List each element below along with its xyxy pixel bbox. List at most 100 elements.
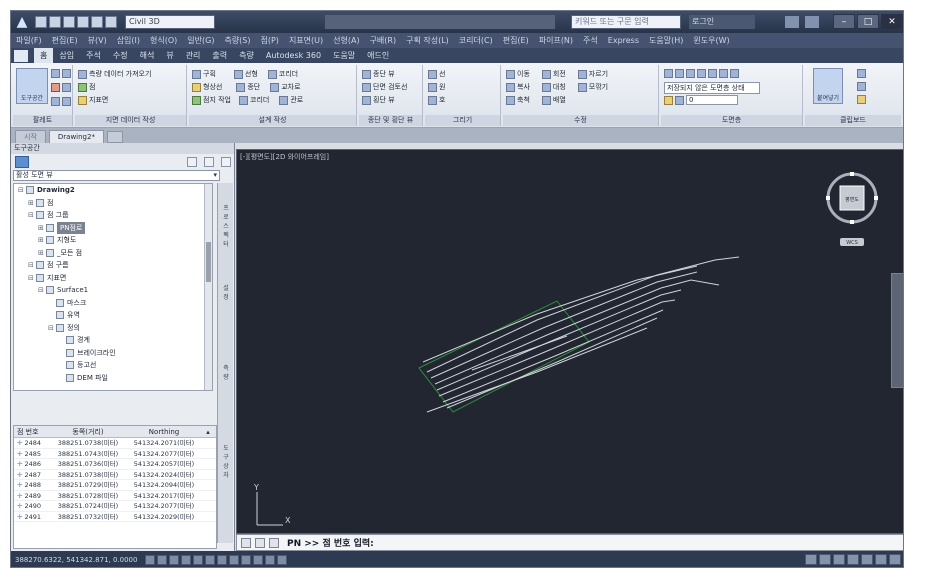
- menu-item[interactable]: 도움말(H): [644, 35, 688, 46]
- transparency-icon[interactable]: [253, 555, 263, 565]
- ducs-icon[interactable]: [217, 555, 227, 565]
- prospector-icon[interactable]: [15, 156, 29, 168]
- layer-icon[interactable]: [719, 69, 728, 78]
- fullscreen-icon[interactable]: [889, 554, 901, 565]
- feature-line-button[interactable]: 형상선: [203, 82, 222, 92]
- toolspace-button[interactable]: 도구공간: [16, 68, 48, 104]
- surface-boundary[interactable]: [418, 300, 590, 413]
- tree-toggle-icon[interactable]: ⊟: [28, 259, 36, 272]
- tree-toggle-icon[interactable]: ⊞: [38, 247, 46, 260]
- doc-tab-drawing2[interactable]: Drawing2*: [48, 130, 104, 143]
- osnap-icon[interactable]: [193, 555, 203, 565]
- survey-line[interactable]: [430, 271, 698, 379]
- sun-icon[interactable]: [675, 95, 684, 105]
- drawing-viewport[interactable]: [-][평면도][2D 와이어프레임] 평면도 WCS Y X: [236, 149, 903, 534]
- column-header-point-number[interactable]: 점 번호: [14, 426, 52, 437]
- tab-analyze[interactable]: 해석: [134, 50, 161, 61]
- panel-title[interactable]: 그리기: [425, 115, 500, 126]
- palette-icon[interactable]: [62, 97, 71, 106]
- tree-node[interactable]: ⊞ 점: [14, 197, 212, 210]
- table-row[interactable]: ✛ 2488 388251.0729(미터) 541324.2094(미터): [14, 480, 216, 491]
- tab-view[interactable]: 뷰: [160, 50, 179, 61]
- tab-modify[interactable]: 수정: [107, 50, 134, 61]
- close-command-icon[interactable]: [241, 537, 251, 548]
- arc-button[interactable]: 호: [428, 95, 445, 105]
- palette-option-icon[interactable]: [187, 157, 197, 167]
- otrack-icon[interactable]: [205, 555, 215, 565]
- menu-item[interactable]: 일반(G): [182, 35, 219, 46]
- menu-item[interactable]: 주석: [578, 35, 603, 46]
- exchange-icon[interactable]: [785, 16, 799, 28]
- tree-toggle-icon[interactable]: ⊟: [28, 272, 36, 285]
- alignment-button[interactable]: 선형: [245, 69, 258, 79]
- copy-button[interactable]: 복사: [517, 82, 530, 92]
- menu-item[interactable]: 파일(F): [11, 35, 47, 46]
- tree-node[interactable]: DEM 파일: [14, 372, 212, 385]
- palette-icon[interactable]: [51, 83, 60, 92]
- menu-item[interactable]: 파이프(N): [534, 35, 578, 46]
- rotate-button[interactable]: 회전: [553, 69, 566, 79]
- coordinate-readout[interactable]: 388270.6322, 541342.871, 0.0000: [15, 556, 145, 564]
- table-row[interactable]: ✛ 2491 388251.0732(미터) 541324.2029(미터): [14, 512, 216, 522]
- panel-title[interactable]: 종단 및 횡단 뷰: [359, 115, 422, 126]
- table-row[interactable]: ✛ 2484 388251.0738(미터) 541324.2071(미터): [14, 438, 216, 449]
- tree-node[interactable]: ⊞ 지형도: [14, 234, 212, 247]
- side-tab[interactable]: 도구상자: [221, 443, 231, 479]
- model-space-icon[interactable]: [805, 554, 817, 565]
- current-layer-select[interactable]: 0: [686, 95, 739, 105]
- survey-line[interactable]: [436, 289, 682, 391]
- layer-state-select[interactable]: 저장되지 않은 도면층 상태: [664, 82, 760, 94]
- sc-icon[interactable]: [277, 555, 287, 565]
- panel-title[interactable]: 설계 작성: [189, 115, 356, 126]
- tab-help[interactable]: 도움말: [327, 50, 361, 61]
- cut-icon[interactable]: [857, 69, 866, 78]
- table-row[interactable]: ✛ 2486 388251.0736(미터) 541324.2057(미터): [14, 459, 216, 470]
- palette-icon[interactable]: [51, 97, 60, 106]
- tree-toggle-icon[interactable]: ⊞: [38, 234, 46, 247]
- menu-item[interactable]: 뷰(V): [83, 35, 112, 46]
- side-tab[interactable]: 프로스펙터: [221, 203, 231, 248]
- lock-icon[interactable]: [861, 554, 873, 565]
- scale-button[interactable]: 축척: [517, 95, 530, 105]
- panel-title[interactable]: 클립보드: [805, 115, 901, 126]
- section-view-button[interactable]: 횡단 뷰: [362, 95, 395, 105]
- tree-node[interactable]: 마스크: [14, 297, 212, 310]
- tab-survey[interactable]: 측량: [233, 50, 260, 61]
- palette-icon[interactable]: [51, 69, 60, 78]
- tab-annotate[interactable]: 주석: [80, 50, 107, 61]
- grid-icon[interactable]: [157, 555, 167, 565]
- tab-addins[interactable]: 애드인: [361, 50, 395, 61]
- table-row[interactable]: ✛ 2487 388251.0738(미터) 541324.2024(미터): [14, 470, 216, 480]
- menu-item[interactable]: 코리더(C): [454, 35, 498, 46]
- undo-icon[interactable]: [91, 16, 103, 28]
- surfaces-button[interactable]: 지표면: [78, 95, 108, 105]
- column-header-easting[interactable]: 동쪽(거리): [52, 426, 124, 437]
- tree-toggle-icon[interactable]: ⊟: [38, 284, 46, 297]
- assembly-button[interactable]: 코리더: [250, 95, 269, 105]
- intersection-button[interactable]: 교차로: [281, 82, 300, 92]
- maximize-button[interactable]: □: [857, 14, 879, 29]
- tab-output[interactable]: 출력: [206, 50, 233, 61]
- table-row[interactable]: ✛ 2490 388251.0724(미터) 541324.2077(미터): [14, 501, 216, 512]
- tree-node[interactable]: ⊞ _모든 점: [14, 247, 212, 260]
- navigation-bar[interactable]: [891, 273, 903, 388]
- polar-icon[interactable]: [181, 555, 191, 565]
- menu-item[interactable]: 편집(E): [47, 35, 83, 46]
- panel-title[interactable]: 지면 데이터 작성: [75, 115, 186, 126]
- pipe-button[interactable]: 관로: [290, 95, 303, 105]
- tree-node[interactable]: ⊟ Drawing2: [14, 184, 212, 197]
- new-icon[interactable]: [35, 16, 47, 28]
- menu-item[interactable]: 구배(R): [365, 35, 402, 46]
- profile-view-button[interactable]: 종단 뷰: [362, 69, 395, 79]
- signin-button[interactable]: 로그인: [689, 15, 755, 29]
- ortho-icon[interactable]: [169, 555, 179, 565]
- menu-item[interactable]: 형식(O): [145, 35, 182, 46]
- save-icon[interactable]: [63, 16, 75, 28]
- menu-item[interactable]: 점(P): [256, 35, 284, 46]
- new-tab-button[interactable]: [106, 131, 123, 143]
- minimize-button[interactable]: –: [833, 14, 855, 29]
- layer-icon[interactable]: [675, 69, 684, 78]
- tree-node[interactable]: ⊟ 정의: [14, 322, 212, 335]
- points-button[interactable]: 점: [78, 82, 95, 92]
- mirror-button[interactable]: 대칭: [553, 82, 566, 92]
